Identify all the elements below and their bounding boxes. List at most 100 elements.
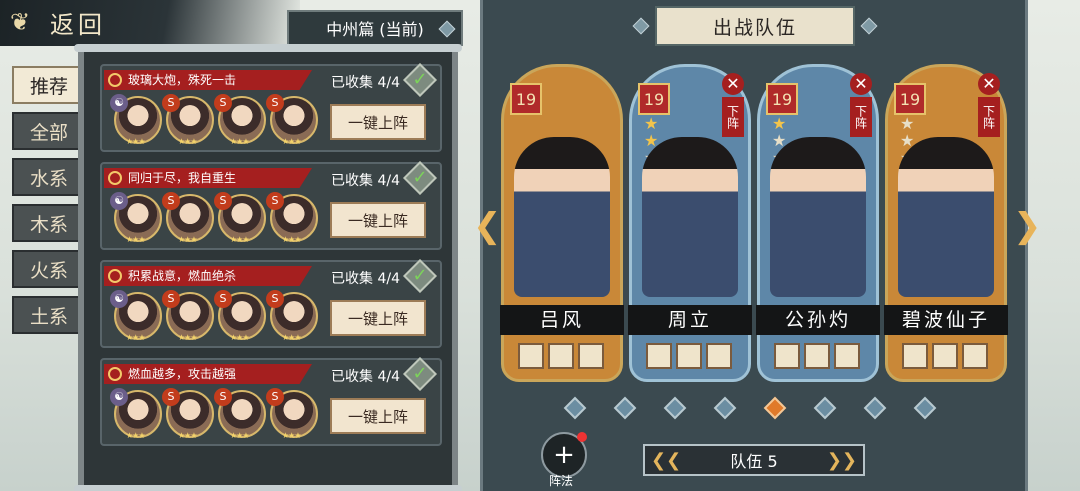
fire-element-icon: S (214, 192, 232, 210)
armor-icon[interactable] (548, 343, 574, 369)
fire-element-icon: S (162, 192, 180, 210)
fire-element-icon: S (266, 290, 284, 308)
hero-avatar[interactable]: S ★★★ (266, 94, 318, 146)
level-badge: 19 (766, 83, 798, 115)
deploy-all-button[interactable]: 一键上阵 (330, 300, 426, 336)
hero-avatar[interactable]: ☯ ★★★ (110, 388, 162, 440)
accessory-icon[interactable] (706, 343, 732, 369)
chevron-left-icon[interactable]: ❮❮ (651, 450, 681, 471)
hero-avatar[interactable]: S ★★★ (214, 290, 266, 342)
combo-ribbon: 燃血越多，攻击越强 (104, 364, 312, 384)
page-dot[interactable] (913, 396, 937, 420)
next-arrow-icon[interactable]: ❯ (1013, 208, 1042, 244)
star-rating: ★★★ (178, 137, 197, 146)
armor-icon[interactable] (804, 343, 830, 369)
page-dot[interactable] (663, 396, 687, 420)
hero-card[interactable]: 19 吕风 (500, 64, 624, 382)
hero-avatar[interactable]: S ★★★ (266, 388, 318, 440)
hero-card[interactable]: 19 ✕ 下阵 ★★★★★ 碧波仙子 (884, 64, 1008, 382)
remove-button[interactable]: 下阵 (978, 97, 1000, 137)
combo-card: 燃血越多，攻击越强 已收集 4/4 ✓ ☯ ★★★ S ★★★ S ★★★ S ★★★ … (100, 357, 442, 446)
fire-element-icon: S (162, 388, 180, 406)
team-title-label: 出战队伍 (712, 16, 797, 39)
chapter-selector[interactable]: 中州篇 (当前) (287, 10, 463, 46)
remove-button[interactable]: 下阵 (722, 97, 744, 137)
hero-avatar[interactable]: ☯ ★★★ (110, 192, 162, 244)
scroll-rod-bottom (74, 485, 462, 491)
level-badge: 19 (510, 83, 542, 115)
tab-recommended[interactable]: 推荐 (12, 66, 86, 104)
hero-card[interactable]: 19 ✕ 下阵 ★★★★★ 周立 (628, 64, 752, 382)
tab-fire[interactable]: 火系 (12, 250, 86, 288)
combo-name: 玻璃大炮，殊死一击 (128, 73, 237, 87)
star-rating: ★★★ (230, 137, 249, 146)
hero-avatar[interactable]: S ★★★ (266, 192, 318, 244)
tab-earth[interactable]: 土系 (12, 296, 86, 334)
star-rating: ★★★ (178, 235, 197, 244)
deploy-all-button[interactable]: 一键上阵 (330, 398, 426, 434)
magnifier-icon[interactable] (108, 367, 122, 381)
magnifier-icon[interactable] (108, 73, 122, 87)
page-dot[interactable] (563, 396, 587, 420)
hero-row: ☯ ★★★ S ★★★ S ★★★ S ★★★ (110, 192, 318, 244)
star-rating: ★★★ (230, 333, 249, 342)
hero-avatar[interactable]: S ★★★ (162, 94, 214, 146)
hero-portrait (642, 137, 738, 297)
hero-avatar[interactable]: S ★★★ (266, 290, 318, 342)
page-dot[interactable] (713, 396, 737, 420)
collected-count: 已收集 4/4 (331, 75, 400, 91)
back-button[interactable]: ❦ 返回 (10, 4, 106, 40)
deploy-all-button[interactable]: 一键上阵 (330, 104, 426, 140)
hero-avatar[interactable]: S ★★★ (162, 192, 214, 244)
hero-avatar[interactable]: S ★★★ (214, 388, 266, 440)
page-dot[interactable] (613, 396, 637, 420)
accessory-icon[interactable] (834, 343, 860, 369)
weapon-icon[interactable] (646, 343, 672, 369)
checkmark-icon: ✓ (403, 63, 437, 97)
close-icon[interactable]: ✕ (978, 73, 1000, 95)
hero-avatar[interactable]: S ★★★ (162, 290, 214, 342)
checkmark-icon: ✓ (403, 259, 437, 293)
fire-element-icon: S (214, 290, 232, 308)
close-icon[interactable]: ✕ (850, 73, 872, 95)
combo-card: 同归于尽，我自重生 已收集 4/4 ✓ ☯ ★★★ S ★★★ S ★★★ S ★★★ … (100, 161, 442, 250)
chevron-right-icon[interactable]: ❯❯ (827, 450, 857, 471)
team-title: 出战队伍 (632, 6, 878, 46)
armor-icon[interactable] (676, 343, 702, 369)
equipment-slots (774, 343, 860, 369)
page-dot[interactable] (813, 396, 837, 420)
page-dot-active[interactable] (763, 396, 787, 420)
combo-scroll-panel[interactable]: 玻璃大炮，殊死一击 已收集 4/4 ✓ ☯ ★★★ S ★★★ S ★★★ S ★★★ … (74, 44, 462, 491)
accessory-icon[interactable] (962, 343, 988, 369)
remove-button[interactable]: 下阵 (850, 97, 872, 137)
weapon-icon[interactable] (774, 343, 800, 369)
prev-arrow-icon[interactable]: ❮ (473, 208, 502, 244)
team-label: 队伍 5 (730, 452, 778, 471)
hero-avatar[interactable]: ☯ ★★★ (110, 94, 162, 146)
fire-element-icon: S (162, 290, 180, 308)
magnifier-icon[interactable] (108, 269, 122, 283)
equipment-slots (518, 343, 604, 369)
weapon-icon[interactable] (518, 343, 544, 369)
tab-all[interactable]: 全部 (12, 112, 86, 150)
magnifier-icon[interactable] (108, 171, 122, 185)
tab-water[interactable]: 水系 (12, 158, 86, 196)
armor-icon[interactable] (932, 343, 958, 369)
diamond-icon (438, 20, 456, 38)
hero-avatar[interactable]: S ★★★ (162, 388, 214, 440)
accessory-icon[interactable] (578, 343, 604, 369)
hero-avatar[interactable]: S ★★★ (214, 192, 266, 244)
yin-yang-icon: ☯ (110, 94, 128, 112)
fire-element-icon: S (266, 388, 284, 406)
deploy-all-button[interactable]: 一键上阵 (330, 202, 426, 238)
hero-card[interactable]: 19 ✕ 下阵 ★★★★★ 公孙灼 (756, 64, 880, 382)
hero-name: 吕风 (500, 305, 624, 335)
hero-avatar[interactable]: S ★★★ (214, 94, 266, 146)
hero-name: 周立 (628, 305, 752, 335)
tab-wood[interactable]: 木系 (12, 204, 86, 242)
hero-avatar[interactable]: ☯ ★★★ (110, 290, 162, 342)
page-dot[interactable] (863, 396, 887, 420)
close-icon[interactable]: ✕ (722, 73, 744, 95)
notification-badge (577, 432, 587, 442)
weapon-icon[interactable] (902, 343, 928, 369)
